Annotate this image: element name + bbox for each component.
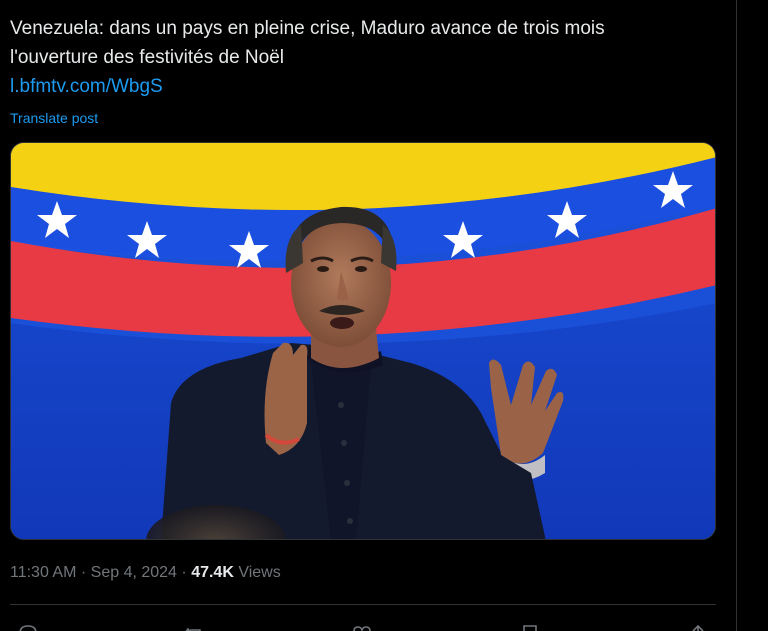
- views-label: Views: [238, 564, 281, 581]
- post-date[interactable]: Sep 4, 2024: [91, 564, 177, 581]
- repost-icon[interactable]: [184, 624, 204, 631]
- post-link[interactable]: l.bfmtv.com/WbgS: [10, 72, 710, 101]
- post-time[interactable]: 11:30 AM: [10, 564, 76, 581]
- post-text-line-1: Venezuela: dans un pays en pleine crise,…: [10, 18, 605, 39]
- like-icon[interactable]: [352, 624, 372, 631]
- views-count: 47.4K: [191, 564, 234, 581]
- timeline-right-border: [736, 0, 737, 631]
- share-icon[interactable]: [688, 624, 708, 631]
- post-media-image[interactable]: [10, 142, 716, 540]
- bookmark-icon[interactable]: [520, 624, 540, 631]
- translate-post-button[interactable]: Translate post: [10, 110, 98, 126]
- actions-divider: [10, 604, 716, 605]
- photo-maduro-venezuelan-flag: [11, 143, 715, 539]
- post-text: Venezuela: dans un pays en pleine crise,…: [10, 14, 710, 101]
- meta-separator-2: ·: [181, 564, 187, 581]
- post-action-bar: [0, 618, 736, 631]
- post-text-line-2: l'ouverture des festivités de Noël: [10, 47, 284, 68]
- meta-separator-1: ·: [80, 564, 87, 581]
- post-metadata: 11:30 AM · Sep 4, 2024 · 47.4K Views: [10, 564, 281, 582]
- reply-icon[interactable]: [18, 624, 38, 631]
